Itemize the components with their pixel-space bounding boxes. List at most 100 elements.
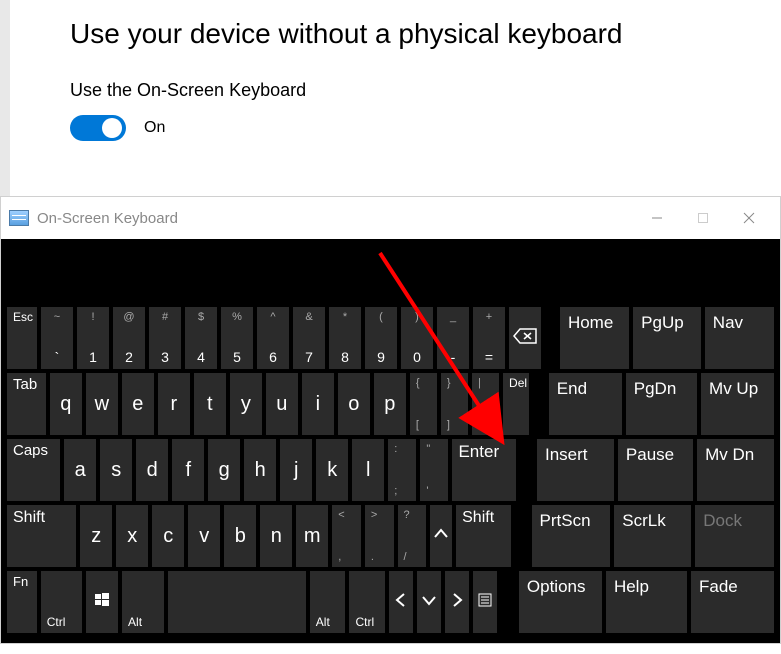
key-o[interactable]: o bbox=[338, 373, 370, 435]
key-b[interactable]: b bbox=[224, 505, 256, 567]
key-1[interactable]: !1 bbox=[77, 307, 109, 369]
key-down[interactable] bbox=[417, 571, 441, 633]
key-esc[interactable]: Esc bbox=[7, 307, 37, 369]
key-7[interactable]: &7 bbox=[293, 307, 325, 369]
key-sym12[interactable]: += bbox=[473, 307, 505, 369]
key-p[interactable]: p bbox=[374, 373, 406, 435]
key-pause[interactable]: Pause bbox=[618, 439, 693, 501]
key-5[interactable]: %5 bbox=[221, 307, 253, 369]
maximize-button[interactable] bbox=[680, 197, 726, 239]
key-scrlk[interactable]: ScrLk bbox=[614, 505, 691, 567]
key-mvup[interactable]: Mv Up bbox=[701, 373, 774, 435]
key-h[interactable]: h bbox=[244, 439, 276, 501]
toggle-knob bbox=[102, 118, 122, 138]
key-home[interactable]: Home bbox=[560, 307, 629, 369]
key-q[interactable]: q bbox=[50, 373, 82, 435]
osk-toggle[interactable] bbox=[70, 115, 126, 141]
key-backslash[interactable]: |\ bbox=[472, 373, 499, 435]
key-f[interactable]: f bbox=[172, 439, 204, 501]
key-r[interactable]: r bbox=[158, 373, 190, 435]
key-left[interactable] bbox=[389, 571, 413, 633]
chevron-down-icon bbox=[419, 590, 439, 615]
settings-panel: Use your device without a physical keybo… bbox=[70, 18, 623, 141]
key-help[interactable]: Help bbox=[606, 571, 687, 633]
key-a[interactable]: a bbox=[64, 439, 96, 501]
key-alt-left[interactable]: Alt bbox=[122, 571, 164, 633]
key-d[interactable]: d bbox=[136, 439, 168, 501]
toggle-state-text: On bbox=[144, 119, 165, 137]
key-bracket-right[interactable]: }] bbox=[441, 373, 468, 435]
key-alt-right[interactable]: Alt bbox=[310, 571, 346, 633]
key-menu[interactable] bbox=[473, 571, 497, 633]
key-w[interactable]: w bbox=[86, 373, 118, 435]
key-s[interactable]: s bbox=[100, 439, 132, 501]
backspace-icon bbox=[513, 328, 537, 349]
chevron-up-icon bbox=[431, 524, 451, 549]
key-end[interactable]: End bbox=[549, 373, 622, 435]
key-n[interactable]: n bbox=[260, 505, 292, 567]
key-quote[interactable]: "' bbox=[420, 439, 448, 501]
key-8[interactable]: *8 bbox=[329, 307, 361, 369]
key-dock[interactable]: Dock bbox=[695, 505, 774, 567]
key-sym11[interactable]: _- bbox=[437, 307, 469, 369]
key-3[interactable]: #3 bbox=[149, 307, 181, 369]
osk-window: On-Screen Keyboard Esc ~`!1@2#3$4%5^6&7*… bbox=[0, 196, 781, 644]
osk-titlebar[interactable]: On-Screen Keyboard bbox=[1, 197, 780, 239]
key-period[interactable]: >. bbox=[365, 505, 394, 567]
key-4[interactable]: $4 bbox=[185, 307, 217, 369]
key-fade[interactable]: Fade bbox=[691, 571, 774, 633]
sidebar-edge bbox=[0, 0, 10, 200]
key-pgdn[interactable]: PgDn bbox=[626, 373, 697, 435]
key-enter[interactable]: Enter bbox=[452, 439, 516, 501]
key-x[interactable]: x bbox=[116, 505, 148, 567]
key-slash[interactable]: ?/ bbox=[398, 505, 427, 567]
key-l[interactable]: l bbox=[352, 439, 384, 501]
key-insert[interactable]: Insert bbox=[537, 439, 614, 501]
key-k[interactable]: k bbox=[316, 439, 348, 501]
minimize-button[interactable] bbox=[634, 197, 680, 239]
key-bracket-left[interactable]: {[ bbox=[410, 373, 437, 435]
page-title: Use your device without a physical keybo… bbox=[70, 18, 623, 50]
key-fn[interactable]: Fn bbox=[7, 571, 37, 633]
key-pgup[interactable]: PgUp bbox=[633, 307, 701, 369]
toggle-label: Use the On-Screen Keyboard bbox=[70, 80, 623, 101]
key-sym0[interactable]: ~` bbox=[41, 307, 73, 369]
key-nav[interactable]: Nav bbox=[705, 307, 774, 369]
key-i[interactable]: i bbox=[302, 373, 334, 435]
key-del[interactable]: Del bbox=[503, 373, 529, 435]
key-2[interactable]: @2 bbox=[113, 307, 145, 369]
key-backspace[interactable] bbox=[509, 307, 541, 369]
key-t[interactable]: t bbox=[194, 373, 226, 435]
key-m[interactable]: m bbox=[296, 505, 328, 567]
key-y[interactable]: y bbox=[230, 373, 262, 435]
key-semicolon[interactable]: :; bbox=[388, 439, 416, 501]
key-tab[interactable]: Tab bbox=[7, 373, 46, 435]
key-mvdn[interactable]: Mv Dn bbox=[697, 439, 774, 501]
key-caps[interactable]: Caps bbox=[7, 439, 60, 501]
key-options[interactable]: Options bbox=[519, 571, 602, 633]
key-j[interactable]: j bbox=[280, 439, 312, 501]
key-ctrl-left[interactable]: Ctrl bbox=[41, 571, 83, 633]
chevron-right-icon bbox=[447, 590, 467, 615]
key-space[interactable] bbox=[168, 571, 306, 633]
key-shift-right[interactable]: Shift bbox=[456, 505, 510, 567]
key-g[interactable]: g bbox=[208, 439, 240, 501]
key-comma[interactable]: <, bbox=[332, 505, 361, 567]
key-u[interactable]: u bbox=[266, 373, 298, 435]
key-9[interactable]: (9 bbox=[365, 307, 397, 369]
key-right[interactable] bbox=[445, 571, 469, 633]
key-6[interactable]: ^6 bbox=[257, 307, 289, 369]
key-win[interactable] bbox=[86, 571, 118, 633]
close-button[interactable] bbox=[726, 197, 772, 239]
key-e[interactable]: e bbox=[122, 373, 154, 435]
osk-keyboard: Esc ~`!1@2#3$4%5^6&7*8(9)0_-+= Home PgUp… bbox=[1, 239, 780, 643]
key-up[interactable] bbox=[430, 505, 452, 567]
key-v[interactable]: v bbox=[188, 505, 220, 567]
key-shift-left[interactable]: Shift bbox=[7, 505, 76, 567]
key-0[interactable]: )0 bbox=[401, 307, 433, 369]
key-z[interactable]: z bbox=[80, 505, 112, 567]
key-c[interactable]: c bbox=[152, 505, 184, 567]
key-prtscn[interactable]: PrtScn bbox=[532, 505, 611, 567]
key-ctrl-right[interactable]: Ctrl bbox=[349, 571, 385, 633]
menu-icon bbox=[478, 593, 492, 612]
